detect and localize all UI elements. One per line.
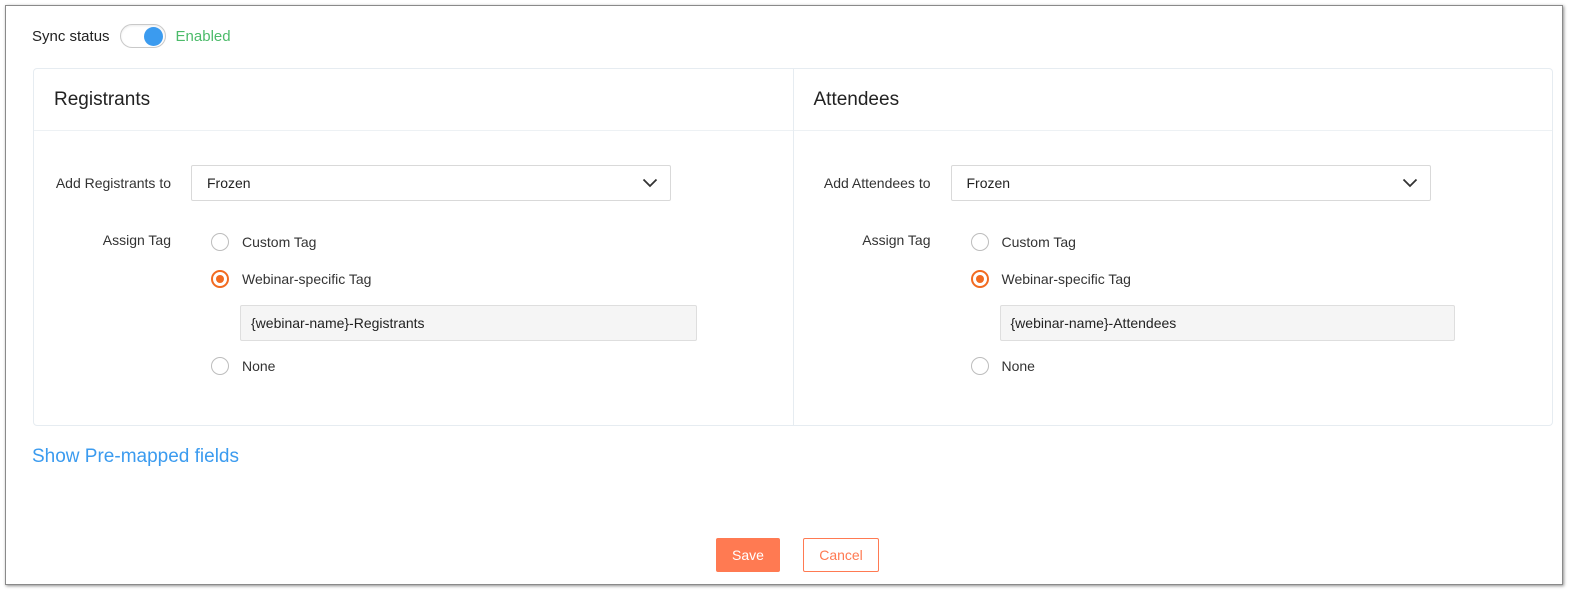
attendees-header: Attendees (793, 69, 1552, 131)
radio-webinar-specific-tag[interactable]: Webinar-specific Tag (211, 269, 697, 289)
chevron-down-icon (642, 178, 658, 188)
radio-none[interactable]: None (211, 356, 697, 376)
radio-custom-tag[interactable]: Custom Tag (970, 232, 1455, 252)
save-button[interactable]: Save (716, 538, 780, 572)
radio-label: Custom Tag (1001, 234, 1076, 250)
mapping-panel: Registrants Add Registrants to Frozen As… (33, 68, 1553, 426)
assign-tag-row: Assign Tag (794, 232, 951, 248)
show-premapped-fields-link[interactable]: Show Pre-mapped fields (32, 446, 239, 468)
sync-status-toggle[interactable] (119, 24, 166, 48)
radio-button-checked[interactable] (970, 270, 989, 288)
radio-label: Webinar-specific Tag (1001, 271, 1131, 287)
radio-button[interactable] (211, 357, 229, 375)
assign-tag-label: Assign Tag (862, 232, 931, 248)
assign-tag-row: Assign Tag (34, 232, 191, 248)
registrants-title: Registrants (54, 88, 151, 110)
registrants-tag-radio-group: Custom Tag Webinar-specific Tag {webinar… (211, 232, 697, 376)
select-value: Frozen (207, 175, 251, 191)
sync-status-label: Sync status (32, 27, 110, 45)
add-registrants-row: Add Registrants to Frozen (34, 165, 671, 201)
select-value: Frozen (966, 175, 1011, 191)
registrants-section: Registrants Add Registrants to Frozen As… (34, 69, 793, 425)
radio-custom-tag[interactable]: Custom Tag (211, 232, 697, 252)
add-attendees-label: Add Attendees to (823, 175, 931, 191)
registrants-header: Registrants (34, 69, 793, 131)
radio-button[interactable] (970, 233, 989, 251)
attendees-title: Attendees (813, 88, 900, 110)
add-registrants-label: Add Registrants to (55, 175, 171, 191)
cancel-button[interactable]: Cancel (803, 538, 879, 572)
add-attendees-select[interactable]: Frozen (950, 165, 1431, 201)
sync-status-state: Enabled (175, 27, 231, 45)
radio-label: Webinar-specific Tag (242, 271, 372, 287)
attendees-tag-field[interactable]: {webinar-name}-Attendees (999, 305, 1455, 341)
radio-label: Custom Tag (242, 234, 317, 250)
add-registrants-select[interactable]: Frozen (191, 165, 671, 201)
chevron-down-icon (1402, 178, 1417, 188)
radio-label: None (242, 358, 276, 374)
radio-button[interactable] (970, 357, 989, 375)
radio-button-checked[interactable] (211, 270, 229, 288)
attendees-tag-radio-group: Custom Tag Webinar-specific Tag {webinar… (970, 232, 1455, 376)
add-attendees-row: Add Attendees to Frozen (794, 165, 1431, 201)
radio-button[interactable] (211, 233, 229, 251)
registrants-tag-field[interactable]: {webinar-name}-Registrants (240, 305, 697, 341)
attendees-section: Attendees Add Attendees to Frozen Assign… (792, 69, 1552, 425)
sync-status-row: Sync status Enabled (32, 23, 231, 49)
assign-tag-label: Assign Tag (102, 232, 171, 248)
settings-window: Sync status Enabled Registrants Add Regi… (5, 5, 1563, 585)
radio-none[interactable]: None (970, 356, 1455, 376)
toggle-knob (143, 27, 163, 46)
radio-label: None (1001, 358, 1035, 374)
radio-webinar-specific-tag[interactable]: Webinar-specific Tag (970, 269, 1455, 289)
